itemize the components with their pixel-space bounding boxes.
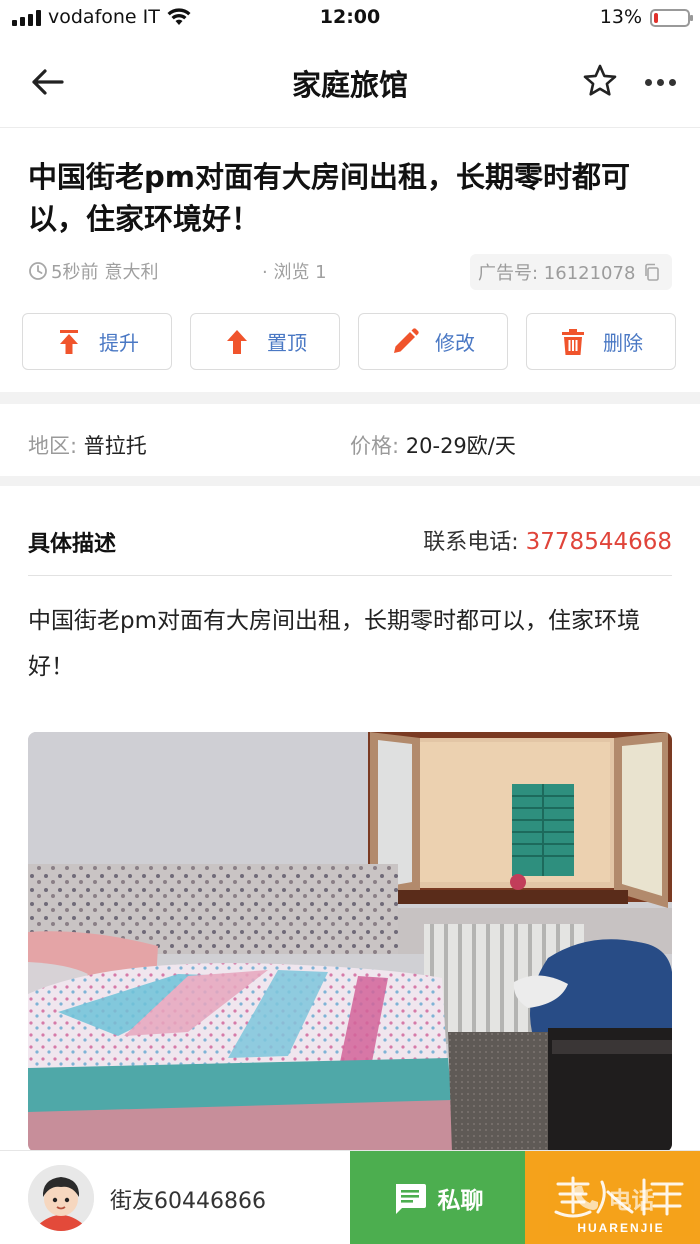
area-info: 地区: 普拉托	[28, 430, 147, 460]
pencil-icon	[394, 327, 419, 353]
private-chat-button[interactable]: 私聊	[350, 1151, 525, 1244]
contact-phone: 联系电话: 3778544668	[423, 524, 672, 556]
area-label: 地区:	[28, 434, 84, 458]
username: 街友60446866	[110, 1189, 266, 1214]
clock-icon	[29, 262, 47, 280]
copy-icon[interactable]	[643, 263, 661, 281]
navigation-bar: 家庭旅馆	[0, 36, 700, 128]
pin-top-button[interactable]: 置顶	[190, 313, 340, 370]
price-value: 20-29欧/天	[405, 434, 516, 458]
description-body: 中国街老pm对面有大房间出租，长期零时都可以，住家环境好！	[28, 608, 641, 680]
posted-time: 5秒前	[51, 262, 99, 283]
ad-number[interactable]: 广告号: 16121078	[470, 254, 672, 290]
pin-top-button-label: 置顶	[267, 331, 307, 355]
bedroom-photo	[28, 732, 672, 1152]
chat-bubble-icon	[395, 1184, 426, 1214]
info-row: 地区: 普拉托 价格: 20-29欧/天	[0, 404, 700, 486]
area-value: 普拉托	[83, 434, 147, 458]
battery-percent: 13%	[599, 6, 642, 28]
view-count: · 浏览 1	[262, 262, 327, 283]
avatar[interactable]	[28, 1165, 94, 1231]
trash-icon	[562, 328, 584, 355]
phone-number-link[interactable]: 3778544668	[526, 529, 672, 555]
boost-button[interactable]: 提升	[22, 313, 172, 370]
phone-label: 联系电话:	[423, 530, 526, 555]
status-time: 12:00	[319, 6, 381, 28]
chat-button-label: 私聊	[437, 1188, 484, 1214]
delete-button-label: 删除	[603, 331, 643, 355]
edit-button[interactable]: 修改	[358, 313, 508, 370]
call-button[interactable]: 电话	[525, 1151, 700, 1244]
edit-button-label: 修改	[435, 331, 475, 355]
user-avatar-icon	[28, 1165, 94, 1231]
post-meta: 5秒前 意大利	[28, 258, 158, 284]
pin-top-icon	[227, 329, 247, 354]
status-bar: vodafone IT 12:00 13%	[0, 0, 700, 36]
post-actions: 提升 置顶 修改 删除	[22, 313, 676, 370]
description-heading: 具体描述	[28, 532, 117, 557]
battery-icon	[650, 9, 693, 27]
boost-button-label: 提升	[99, 331, 139, 355]
battery-level-fill	[654, 13, 658, 23]
boost-icon	[60, 329, 78, 354]
post-title: 中国街老pm对面有大房间出租，长期零时都可以，住家环境好！	[28, 160, 630, 236]
post-location: 意大利	[104, 262, 159, 283]
price-label: 价格:	[350, 434, 406, 458]
bottom-bar: 街友60446866 私聊 电话	[0, 1150, 700, 1244]
ad-number-text: 广告号: 16121078	[478, 263, 636, 284]
star-icon[interactable]	[582, 63, 618, 99]
divider	[28, 575, 672, 576]
section-divider	[0, 392, 700, 404]
listing-photo[interactable]	[28, 732, 672, 1152]
phone-icon	[573, 1186, 598, 1210]
delete-button[interactable]: 删除	[526, 313, 676, 370]
more-dots-icon[interactable]	[640, 64, 680, 100]
price-info: 价格: 20-29欧/天	[350, 430, 516, 460]
call-button-label: 电话	[608, 1188, 655, 1214]
